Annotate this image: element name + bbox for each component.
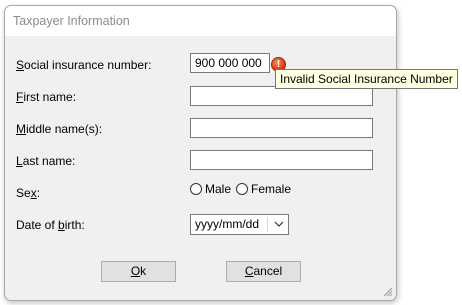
middle-name-label: Middle name(s): (16, 122, 103, 136)
chevron-down-icon[interactable] (273, 218, 285, 230)
middle-name-input[interactable] (190, 118, 373, 138)
sex-radio-male[interactable]: Male (190, 182, 231, 196)
radio-label-male: Male (205, 182, 232, 196)
radio-circle[interactable] (190, 183, 202, 195)
ok-button[interactable]: Ok (101, 261, 176, 282)
error-tooltip: Invalid Social Insurance Number (275, 69, 458, 89)
dialog-title: Taxpayer Information (13, 14, 130, 28)
title-bar[interactable]: Taxpayer Information (5, 6, 396, 36)
sex-label: Sex: (16, 186, 41, 200)
dob-value: yyyy/mm/dd (195, 217, 260, 231)
radio-label-female: Female (251, 182, 292, 196)
radio-circle[interactable] (236, 183, 248, 195)
last-name-input[interactable] (190, 150, 373, 170)
last-name-label: Last name: (16, 154, 76, 168)
dob-label: Date of birth: (16, 218, 85, 232)
resize-grip-icon[interactable] (381, 285, 393, 297)
first-name-label: First name: (16, 90, 77, 104)
cancel-button[interactable]: Cancel (226, 261, 301, 282)
dob-separator (267, 217, 268, 232)
sin-label: Social insurance number: (16, 58, 152, 72)
taxpayer-information-dialog: Taxpayer Information Social insurance nu… (4, 5, 397, 301)
sin-input[interactable]: 900 000 000 (190, 53, 270, 73)
sex-radio-female[interactable]: Female (236, 182, 291, 196)
dob-date-picker[interactable]: yyyy/mm/dd (190, 214, 289, 235)
first-name-input[interactable] (190, 86, 373, 106)
